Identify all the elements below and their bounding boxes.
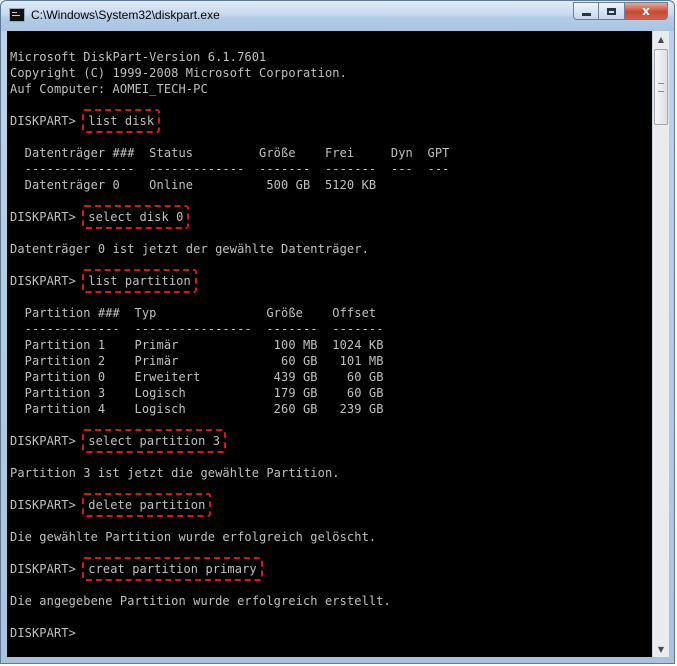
title-bar[interactable]: C:\Windows\System32\diskpart.exe x bbox=[1, 1, 674, 31]
highlighted-command: select partition 3 bbox=[82, 429, 227, 453]
console-line: Auf Computer: AOMEI_TECH-PC bbox=[10, 81, 449, 97]
output-text: Partition ### Typ Größe Offset bbox=[10, 306, 377, 320]
console-line: Partition 4 Logisch 260 GB 239 GB bbox=[10, 401, 449, 417]
maximize-icon bbox=[607, 7, 616, 15]
output-text: Datenträger 0 ist jetzt der gewählte Dat… bbox=[10, 242, 369, 256]
console-output[interactable]: Microsoft DiskPart-Version 6.1.7601 Copyr… bbox=[7, 31, 652, 657]
console-line: Die angegebene Partition wurde erfolgrei… bbox=[10, 593, 449, 609]
console-icon bbox=[9, 8, 25, 22]
console-line: DISKPART> select disk 0 bbox=[10, 205, 449, 229]
console-line: Partition 2 Primär 60 GB 101 MB bbox=[10, 353, 449, 369]
maximize-button[interactable] bbox=[599, 2, 625, 20]
prompt-text: DISKPART> bbox=[10, 626, 84, 640]
output-text: ------------- ---------------- ------- -… bbox=[10, 322, 384, 336]
prompt-text: DISKPART> bbox=[10, 434, 84, 448]
output-text: Partition 3 ist jetzt die gewählte Parti… bbox=[10, 466, 340, 480]
arrow-down-icon[interactable]: ▼ bbox=[653, 641, 669, 657]
console-line: DISKPART> select partition 3 bbox=[10, 429, 449, 453]
close-button[interactable]: x bbox=[625, 2, 668, 20]
minimize-icon bbox=[581, 12, 591, 16]
prompt-text: DISKPART> bbox=[10, 562, 84, 576]
console-line: ------------- ---------------- ------- -… bbox=[10, 321, 449, 337]
diskpart-window: C:\Windows\System32\diskpart.exe x Micro… bbox=[0, 0, 675, 664]
prompt-text: DISKPART> bbox=[10, 114, 84, 128]
console-line: --------------- ------------- ------- --… bbox=[10, 161, 450, 177]
console-line: Partition 3 ist jetzt die gewählte Parti… bbox=[10, 465, 449, 481]
highlighted-command: creat partition primary bbox=[82, 557, 263, 581]
output-text: Partition 2 Primär 60 GB 101 MB bbox=[10, 354, 384, 368]
console-line: DISKPART> list partition bbox=[10, 269, 449, 293]
window-controls: x bbox=[573, 2, 668, 21]
scrollbar-thumb[interactable] bbox=[654, 49, 668, 125]
prompt-text: DISKPART> bbox=[10, 210, 84, 224]
vertical-scrollbar[interactable]: ▲ ▼ bbox=[652, 31, 669, 657]
output-text: Partition 4 Logisch 260 GB 239 GB bbox=[10, 402, 384, 416]
console-line: Partition 3 Logisch 179 GB 60 GB bbox=[10, 385, 449, 401]
console-line: DISKPART> delete partition bbox=[10, 493, 449, 517]
window-title: C:\Windows\System32\diskpart.exe bbox=[31, 8, 220, 22]
output-text: Die angegebene Partition wurde erfolgrei… bbox=[10, 594, 391, 608]
highlighted-command: select disk 0 bbox=[82, 205, 190, 229]
output-text: Datenträger ### Status Größe Frei Dyn GP… bbox=[10, 146, 450, 160]
console-line: Partition 0 Erweitert 439 GB 60 GB bbox=[10, 369, 449, 385]
output-text: Copyright (C) 1999-2008 Microsoft Corpor… bbox=[10, 66, 347, 80]
output-text: Auf Computer: AOMEI_TECH-PC bbox=[10, 82, 208, 96]
prompt-text: DISKPART> bbox=[10, 274, 84, 288]
console-line: DISKPART> list disk bbox=[10, 109, 449, 133]
output-text: Datenträger 0 Online 500 GB 5120 KB bbox=[10, 178, 377, 192]
output-text: --------------- ------------- ------- --… bbox=[10, 162, 450, 176]
highlighted-command: list partition bbox=[82, 269, 197, 293]
arrow-up-icon[interactable]: ▲ bbox=[653, 31, 669, 47]
console-line: DISKPART> bbox=[10, 625, 449, 641]
output-text: Partition 1 Primär 100 MB 1024 KB bbox=[10, 338, 384, 352]
console-line: Datenträger ### Status Größe Frei Dyn GP… bbox=[10, 145, 450, 161]
output-text: Microsoft DiskPart-Version 6.1.7601 bbox=[10, 50, 267, 64]
highlighted-command: delete partition bbox=[82, 493, 212, 517]
console-line: Microsoft DiskPart-Version 6.1.7601 bbox=[10, 49, 449, 65]
console-line: Datenträger 0 Online 500 GB 5120 KB bbox=[10, 177, 449, 193]
console-line: Datenträger 0 ist jetzt der gewählte Dat… bbox=[10, 241, 449, 257]
console-line: Partition ### Typ Größe Offset bbox=[10, 305, 449, 321]
console-line: DISKPART> creat partition primary bbox=[10, 557, 449, 581]
output-text: Die gewählte Partition wurde erfolgreich… bbox=[10, 530, 377, 544]
console-line: Die gewählte Partition wurde erfolgreich… bbox=[10, 529, 449, 545]
output-text: Partition 3 Logisch 179 GB 60 GB bbox=[10, 386, 384, 400]
minimize-button[interactable] bbox=[573, 2, 599, 20]
console-line: Partition 1 Primär 100 MB 1024 KB bbox=[10, 337, 449, 353]
output-text: Partition 0 Erweitert 439 GB 60 GB bbox=[10, 370, 384, 384]
console-text: Microsoft DiskPart-Version 6.1.7601 Copyr… bbox=[10, 49, 449, 641]
prompt-text: DISKPART> bbox=[10, 498, 84, 512]
highlighted-command: list disk bbox=[82, 109, 161, 133]
close-icon: x bbox=[642, 4, 650, 18]
console-line: Copyright (C) 1999-2008 Microsoft Corpor… bbox=[10, 65, 449, 81]
